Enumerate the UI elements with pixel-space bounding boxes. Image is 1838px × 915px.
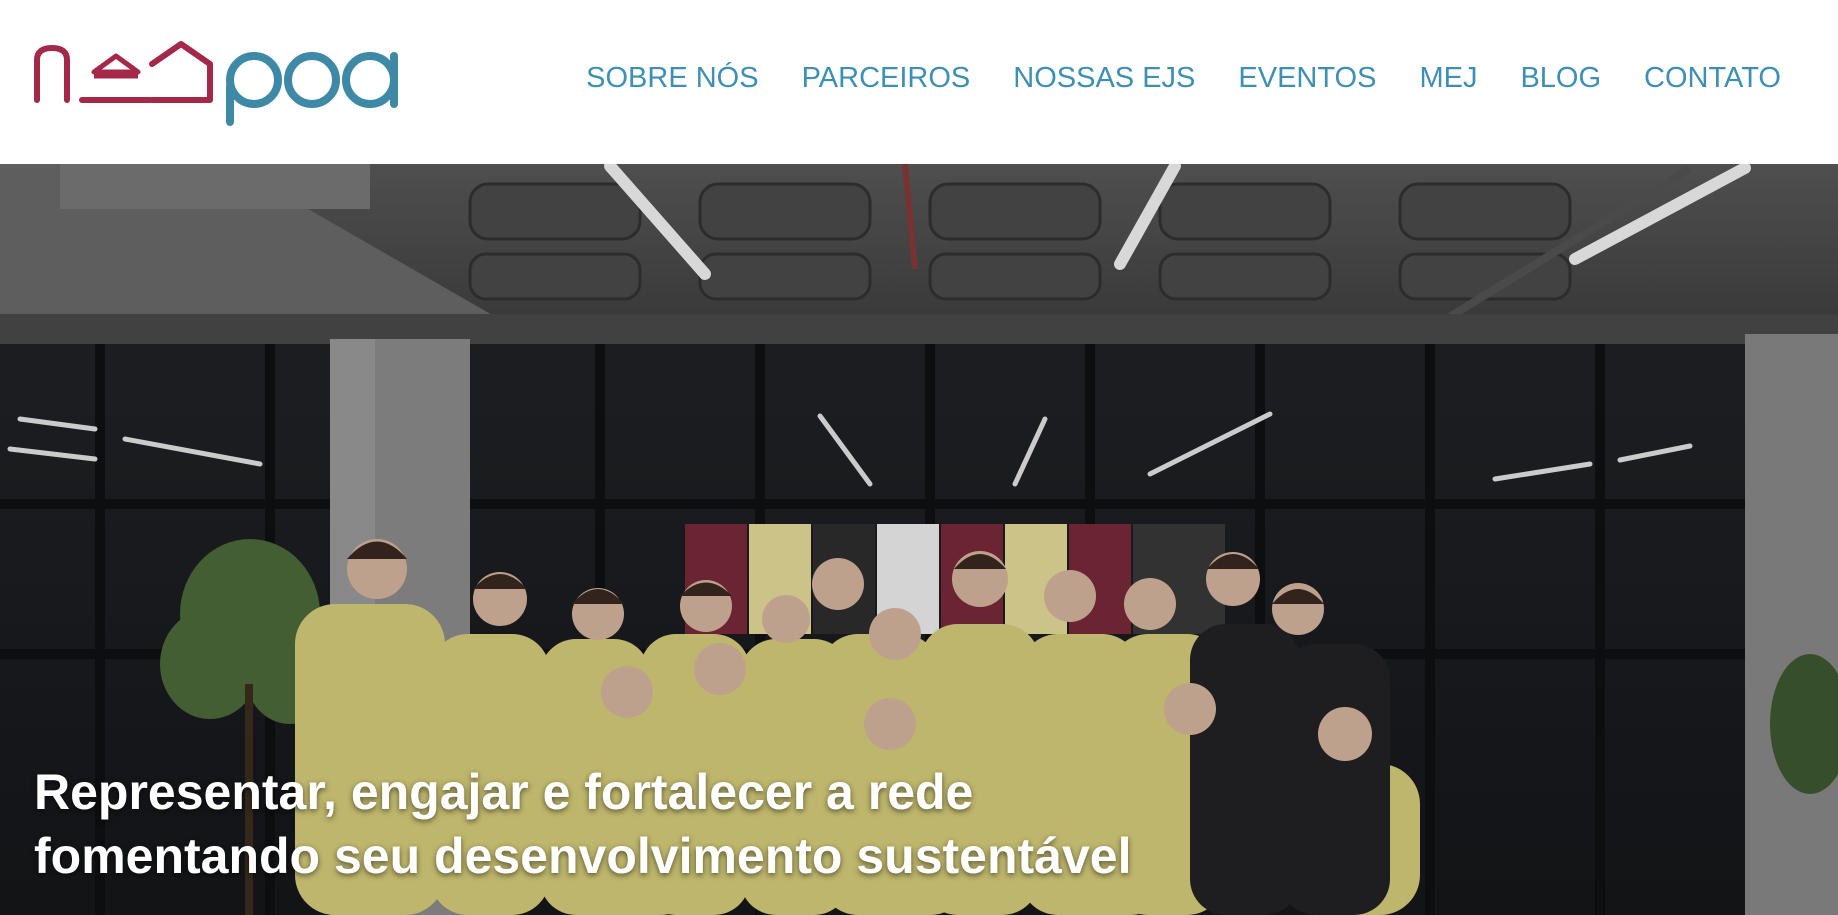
nav-parceiros[interactable]: PARCEIROS bbox=[802, 62, 971, 95]
logo-link[interactable] bbox=[32, 38, 410, 128]
hero-headline: Representar, engajar e fortalecer a rede… bbox=[34, 760, 1132, 888]
neopoa-logo bbox=[34, 41, 398, 126]
hero-headline-line1: Representar, engajar e fortalecer a rede bbox=[34, 764, 974, 820]
nav-eventos[interactable]: EVENTOS bbox=[1238, 62, 1376, 95]
nav-contato[interactable]: CONTATO bbox=[1644, 62, 1781, 95]
nav-sobre-nos[interactable]: SOBRE NÓS bbox=[586, 62, 758, 95]
nav-mej[interactable]: MEJ bbox=[1419, 62, 1477, 95]
hero-headline-line2: fomentando seu desenvolvimento sustentáv… bbox=[34, 828, 1132, 884]
main-nav: SOBRE NÓS PARCEIROS NOSSAS EJS EVENTOS M… bbox=[586, 60, 1838, 96]
site-header: SOBRE NÓS PARCEIROS NOSSAS EJS EVENTOS M… bbox=[0, 0, 1838, 164]
nav-blog[interactable]: BLOG bbox=[1520, 62, 1601, 95]
nav-nossas-ejs[interactable]: NOSSAS EJS bbox=[1013, 62, 1195, 95]
hero-banner: Representar, engajar e fortalecer a rede… bbox=[0, 164, 1838, 915]
